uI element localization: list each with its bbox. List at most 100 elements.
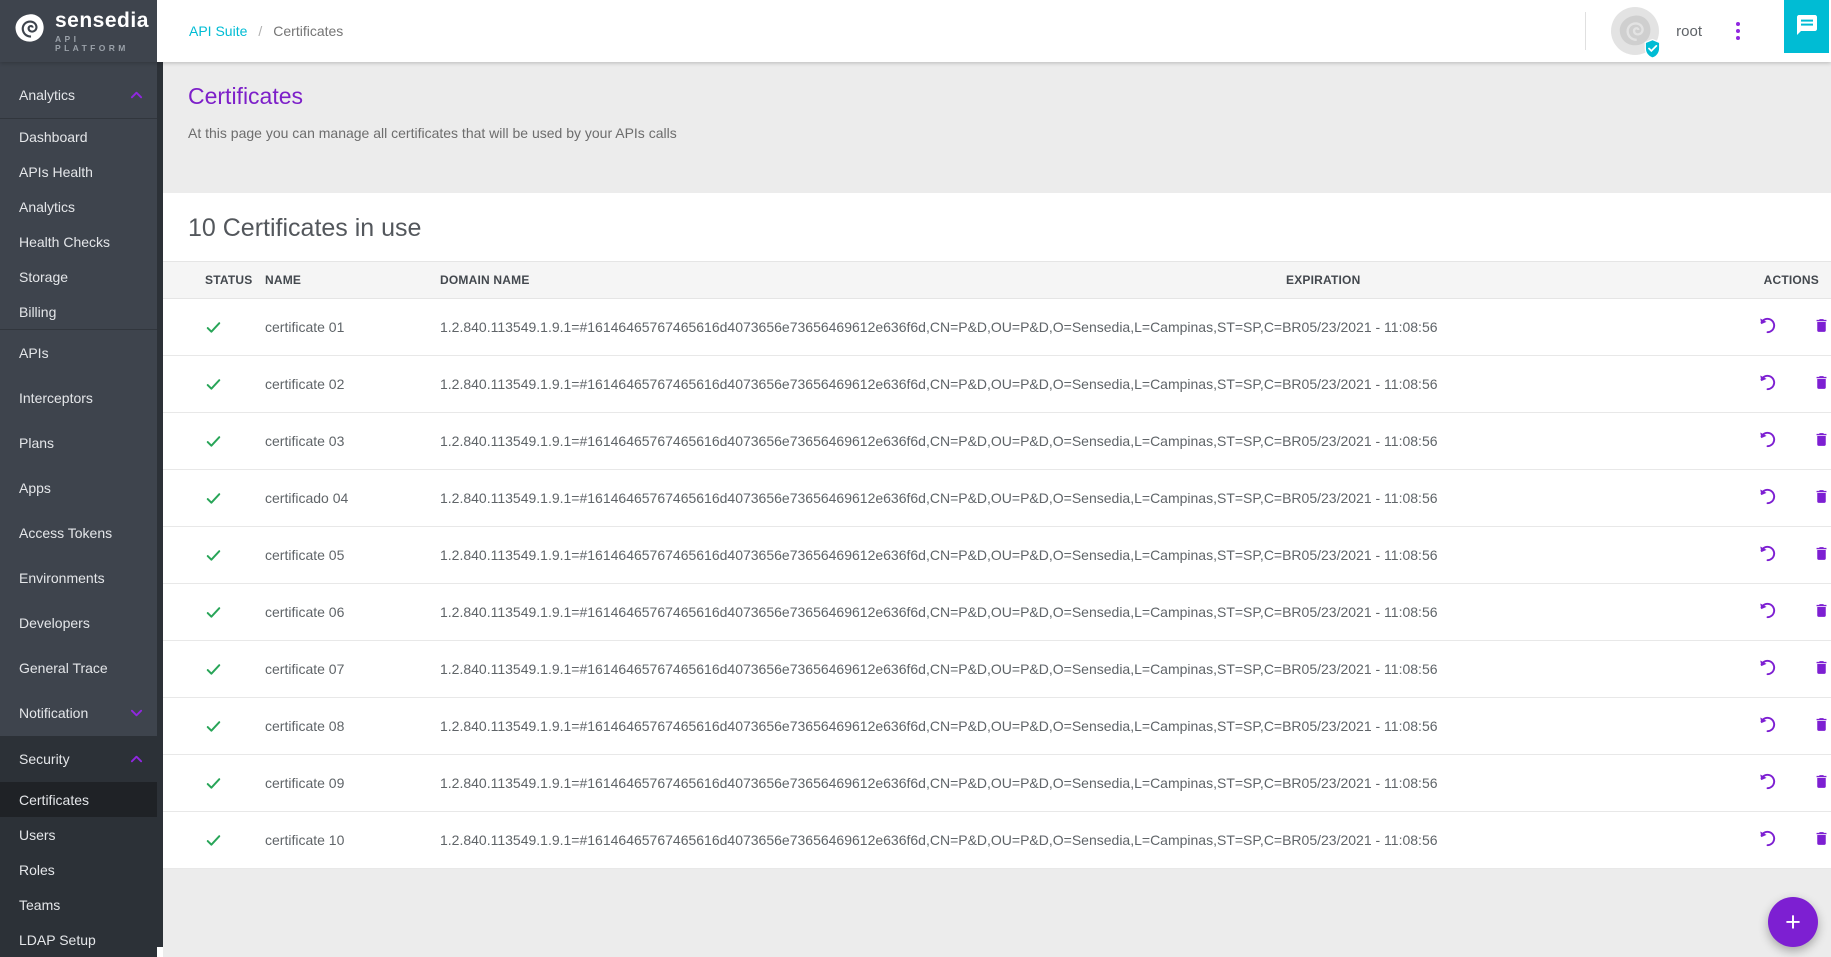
sidebar-item-analytics[interactable]: Analytics xyxy=(0,189,157,224)
delete-certificate-button[interactable] xyxy=(1810,826,1831,854)
trash-icon xyxy=(1813,544,1830,566)
delete-certificate-button[interactable] xyxy=(1810,313,1831,341)
delete-certificate-button[interactable] xyxy=(1810,370,1831,398)
status-valid-check-icon xyxy=(205,775,265,792)
certificate-domain-name: 1.2.840.113549.1.9.1=#16146465767465616d… xyxy=(440,490,1302,506)
sidebar-item-general-trace[interactable]: General Trace xyxy=(0,645,157,690)
header-main: API Suite / Certificates root xyxy=(157,0,1831,62)
user-avatar[interactable] xyxy=(1611,7,1659,55)
delete-certificate-button[interactable] xyxy=(1810,484,1831,512)
status-valid-check-icon xyxy=(205,319,265,336)
certificate-name: certificate 02 xyxy=(265,376,440,392)
sidebar-item-apis[interactable]: APIs xyxy=(0,330,157,375)
sidebar-item-certificates[interactable]: Certificates xyxy=(0,782,157,817)
renew-certificate-button[interactable] xyxy=(1755,370,1780,398)
certificate-domain-name: 1.2.840.113549.1.9.1=#16146465767465616d… xyxy=(440,604,1302,620)
renew-certificate-button[interactable] xyxy=(1755,712,1780,740)
add-certificate-fab[interactable]: + xyxy=(1768,897,1818,947)
certificate-expiration: 05/23/2021 - 11:08:56 xyxy=(1302,376,1722,392)
delete-certificate-button[interactable] xyxy=(1810,712,1831,740)
certificate-domain-name: 1.2.840.113549.1.9.1=#16146465767465616d… xyxy=(440,832,1302,848)
renew-certificate-button[interactable] xyxy=(1755,598,1780,626)
renew-certificate-button[interactable] xyxy=(1755,826,1780,854)
column-header-domain-name: DOMAIN NAME xyxy=(440,273,1286,287)
chevron-up-icon xyxy=(130,755,143,763)
sidebar-item-label: Security xyxy=(19,751,70,767)
renew-certificate-button[interactable] xyxy=(1755,541,1780,569)
row-actions xyxy=(1722,370,1831,398)
sidebar-item-ldap-setup[interactable]: LDAP Setup xyxy=(0,922,157,957)
table-row: certificate 05 1.2.840.113549.1.9.1=#161… xyxy=(163,527,1831,584)
sidebar: AnalyticsDashboardAPIs HealthAnalyticsHe… xyxy=(0,62,157,957)
renew-icon xyxy=(1758,772,1777,794)
table-row: certificate 09 1.2.840.113549.1.9.1=#161… xyxy=(163,755,1831,812)
renew-certificate-button[interactable] xyxy=(1755,313,1780,341)
sidebar-item-users[interactable]: Users xyxy=(0,817,157,852)
certificate-expiration: 05/23/2021 - 11:08:56 xyxy=(1302,775,1722,791)
certificate-expiration: 05/23/2021 - 11:08:56 xyxy=(1302,718,1722,734)
certificate-domain-name: 1.2.840.113549.1.9.1=#16146465767465616d… xyxy=(440,718,1302,734)
sidebar-item-label: Plans xyxy=(19,435,54,451)
logo-block[interactable]: sensedia API PLATFORM xyxy=(0,0,157,62)
sidebar-item-roles[interactable]: Roles xyxy=(0,852,157,887)
delete-certificate-button[interactable] xyxy=(1810,655,1831,683)
chat-button[interactable] xyxy=(1784,0,1829,53)
renew-certificate-button[interactable] xyxy=(1755,484,1780,512)
trash-icon xyxy=(1813,373,1830,395)
sidebar-item-dashboard[interactable]: Dashboard xyxy=(0,119,157,154)
trash-icon xyxy=(1813,829,1830,851)
sidebar-item-label: Users xyxy=(19,827,56,843)
renew-icon xyxy=(1758,487,1777,509)
renew-icon xyxy=(1758,430,1777,452)
sidebar-item-environments[interactable]: Environments xyxy=(0,555,157,600)
row-actions xyxy=(1722,598,1831,626)
sidebar-scrollbar-thumb[interactable] xyxy=(157,62,163,947)
sidebar-item-billing[interactable]: Billing xyxy=(0,294,157,329)
sidebar-item-label: Access Tokens xyxy=(19,525,112,541)
sidebar-item-apps[interactable]: Apps xyxy=(0,465,157,510)
renew-certificate-button[interactable] xyxy=(1755,769,1780,797)
plus-icon: + xyxy=(1785,909,1801,936)
certificate-expiration: 05/23/2021 - 11:08:56 xyxy=(1302,433,1722,449)
sidebar-item-health-checks[interactable]: Health Checks xyxy=(0,224,157,259)
page-header-band: Certificates At this page you can manage… xyxy=(163,62,1831,193)
certificate-domain-name: 1.2.840.113549.1.9.1=#16146465767465616d… xyxy=(440,376,1302,392)
sidebar-item-analytics[interactable]: Analytics xyxy=(0,72,157,118)
sidebar-item-access-tokens[interactable]: Access Tokens xyxy=(0,510,157,555)
main-content: Certificates At this page you can manage… xyxy=(163,62,1831,957)
row-actions xyxy=(1722,826,1831,854)
certificate-name: certificate 06 xyxy=(265,604,440,620)
certificate-expiration: 05/23/2021 - 11:08:56 xyxy=(1302,604,1722,620)
sidebar-item-notification[interactable]: Notification xyxy=(0,690,157,736)
sidebar-item-label: General Trace xyxy=(19,660,108,676)
brand-tagline: API PLATFORM xyxy=(55,35,157,52)
sidebar-item-teams[interactable]: Teams xyxy=(0,887,157,922)
sidebar-item-storage[interactable]: Storage xyxy=(0,259,157,294)
trash-icon xyxy=(1813,601,1830,623)
breadcrumb-certificates: Certificates xyxy=(273,23,343,39)
renew-certificate-button[interactable] xyxy=(1755,427,1780,455)
breadcrumb-api-suite[interactable]: API Suite xyxy=(189,23,247,39)
section-title: 10 Certificates in use xyxy=(163,193,1831,261)
sidebar-item-developers[interactable]: Developers xyxy=(0,600,157,645)
column-header-expiration: EXPIRATION xyxy=(1286,273,1706,287)
sidebar-item-plans[interactable]: Plans xyxy=(0,420,157,465)
sidebar-item-label: Teams xyxy=(19,897,60,913)
sidebar-item-interceptors[interactable]: Interceptors xyxy=(0,375,157,420)
sidebar-item-label: Billing xyxy=(19,304,56,320)
sidebar-scrollbar[interactable] xyxy=(157,62,163,957)
delete-certificate-button[interactable] xyxy=(1810,427,1831,455)
sidebar-item-label: APIs Health xyxy=(19,164,93,180)
renew-certificate-button[interactable] xyxy=(1755,655,1780,683)
sidebar-item-security[interactable]: Security xyxy=(0,736,157,782)
kebab-menu-icon[interactable] xyxy=(1732,18,1744,44)
delete-certificate-button[interactable] xyxy=(1810,541,1831,569)
delete-certificate-button[interactable] xyxy=(1810,769,1831,797)
table-row: certificate 08 1.2.840.113549.1.9.1=#161… xyxy=(163,698,1831,755)
certificate-domain-name: 1.2.840.113549.1.9.1=#16146465767465616d… xyxy=(440,319,1302,335)
delete-certificate-button[interactable] xyxy=(1810,598,1831,626)
table-row: certificate 02 1.2.840.113549.1.9.1=#161… xyxy=(163,356,1831,413)
sidebar-item-label: Storage xyxy=(19,269,68,285)
table-row: certificate 06 1.2.840.113549.1.9.1=#161… xyxy=(163,584,1831,641)
sidebar-item-apis-health[interactable]: APIs Health xyxy=(0,154,157,189)
